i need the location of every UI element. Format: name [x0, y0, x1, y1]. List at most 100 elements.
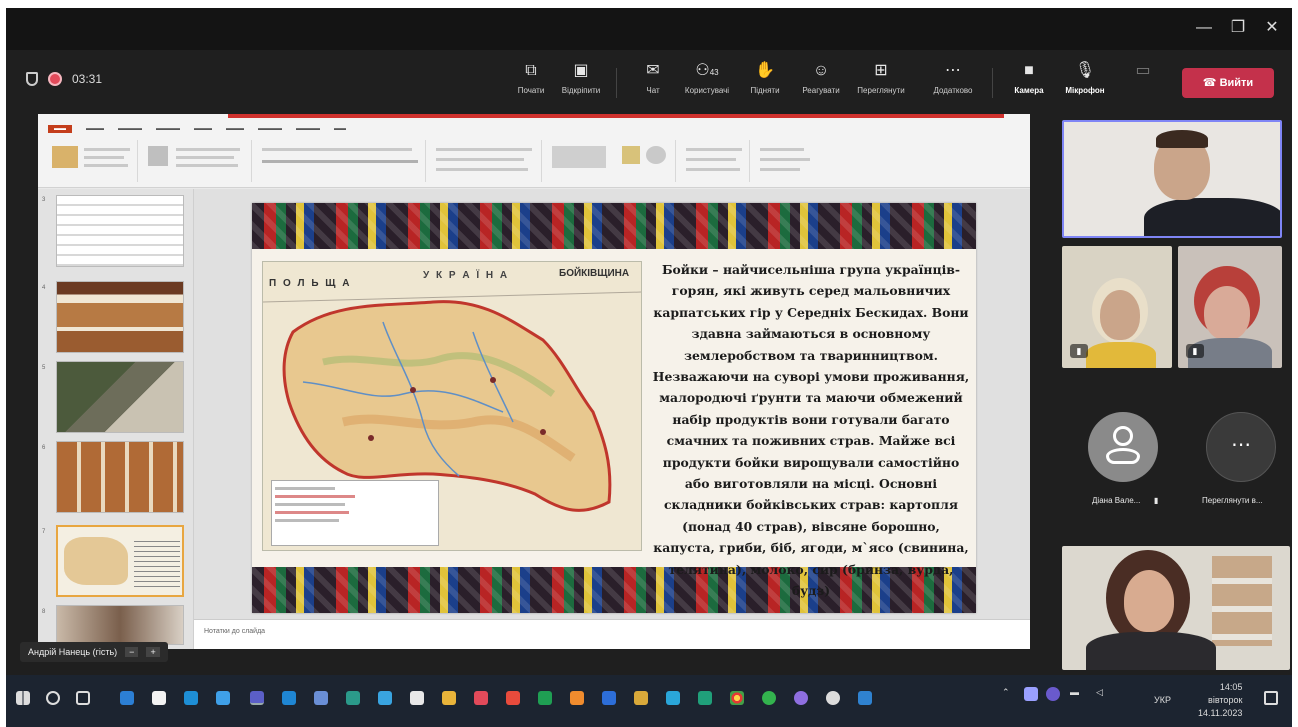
- volume-icon[interactable]: ◁: [1096, 687, 1103, 698]
- taskbar-app-icon[interactable]: [410, 691, 424, 705]
- ribbon-group-slides: [142, 140, 252, 182]
- taskbar-app-icon[interactable]: [216, 691, 230, 705]
- chrome-icon[interactable]: [730, 691, 744, 705]
- shared-screen: ▬▬ ▬▬▬ ▬▬▬▬ ▬▬▬▬ ▬▬▬ ▬▬▬ ▬▬▬▬ ▬▬▬▬ ▬▬ 3 …: [38, 114, 1030, 668]
- taskbar-app-icon[interactable]: [314, 691, 328, 705]
- taskbar-app-icon[interactable]: [666, 691, 680, 705]
- tray-chevron-icon[interactable]: ⌃: [1002, 687, 1010, 698]
- chat-button[interactable]: ✉ Чат: [624, 62, 682, 95]
- whatsapp-icon[interactable]: [762, 691, 776, 705]
- powerpoint-ribbon: ▬▬ ▬▬▬ ▬▬▬▬ ▬▬▬▬ ▬▬▬ ▬▬▬ ▬▬▬▬ ▬▬▬▬ ▬▬: [38, 114, 1030, 188]
- map-label-ukraine: У К Р А Ї Н А: [423, 270, 510, 281]
- slide-thumbnail-selected[interactable]: [56, 525, 184, 597]
- view-more-label[interactable]: Переглянути в...: [1202, 496, 1263, 505]
- rooms-button[interactable]: ⊞ Переглянути: [852, 62, 910, 95]
- notes-pane[interactable]: Нотатки до слайда: [194, 619, 1030, 649]
- tray-app-icon[interactable]: [1024, 687, 1038, 701]
- recording-icon: [48, 72, 62, 86]
- thumbnail-number: 8: [42, 609, 46, 615]
- slide-thumbnail[interactable]: [56, 441, 184, 513]
- taskbar-app-icon[interactable]: [570, 691, 584, 705]
- viber-icon[interactable]: [794, 691, 808, 705]
- clock[interactable]: 14:05 вівторок 14.11.2023: [1198, 681, 1242, 720]
- participant-face: [1124, 570, 1174, 632]
- taskbar-app-icon[interactable]: [858, 691, 872, 705]
- participant-name: Дiана Вале...: [1092, 496, 1141, 505]
- taskbar-app-icon[interactable]: [378, 691, 392, 705]
- network-icon[interactable]: ▬: [1070, 687, 1079, 697]
- taskbar-app-icon[interactable]: [538, 691, 552, 705]
- windows-taskbar: ⌃ ▬ ◁ УКР 14:05 вівторок 14.11.2023: [6, 675, 1292, 727]
- ribbon-group-paragraph: [430, 140, 542, 182]
- search-icon[interactable]: [46, 691, 60, 705]
- meeting-timer: 03:31: [72, 72, 103, 86]
- close-button[interactable]: ✕: [1260, 18, 1284, 38]
- meeting-toolbar: 03:31 ⧉ Почати ▣ Відкріпити ✉ Чат ⚇43 Ко…: [6, 50, 1292, 114]
- emoji-icon: ☺: [812, 62, 830, 79]
- mic-button[interactable]: 🎙 Мікрофон: [1056, 62, 1114, 95]
- minimize-button[interactable]: —: [1192, 18, 1216, 38]
- taskbar-app-icon[interactable]: [602, 691, 616, 705]
- detach-button[interactable]: ▣ Відкріпити: [552, 62, 610, 95]
- ribbon-accent-line: [228, 114, 1004, 118]
- chat-icon: ✉: [646, 62, 660, 79]
- ribbon-group-editing: [754, 140, 824, 182]
- people-button[interactable]: ⚇43 Користувачі: [678, 62, 736, 95]
- slide-thumbnail[interactable]: [56, 605, 184, 645]
- taskbar-app-icon[interactable]: [152, 691, 166, 705]
- zoom-out-icon[interactable]: −: [125, 647, 139, 657]
- taskbar-app-icon[interactable]: [474, 691, 488, 705]
- taskbar-app-icon[interactable]: [698, 691, 712, 705]
- raise-hand-button[interactable]: ✋ Підняти: [736, 62, 794, 95]
- more-participants-button[interactable]: ⋯: [1206, 412, 1276, 482]
- toolbar-divider: [616, 68, 617, 98]
- taskbar-app-icon[interactable]: [120, 691, 134, 705]
- taskbar-app-icon[interactable]: [184, 691, 198, 705]
- participant-avatar[interactable]: [1088, 412, 1158, 482]
- participant-video[interactable]: [1062, 546, 1290, 670]
- screen: — ❐ ✕ 03:31 ⧉ Почати ▣ Відкріпити ✉ Чат …: [6, 8, 1292, 727]
- participant-video[interactable]: ▮: [1178, 246, 1282, 368]
- taskbar-app-icon[interactable]: [442, 691, 456, 705]
- language-indicator[interactable]: УКР: [1154, 695, 1171, 705]
- mic-icon: ▮: [1070, 344, 1088, 358]
- camera-icon: ■: [1024, 62, 1034, 79]
- taskbar-app-icon[interactable]: [506, 691, 520, 705]
- camera-button[interactable]: ■ Камера: [1000, 62, 1058, 95]
- ribbon-group-font: [256, 140, 426, 182]
- slide-thumbnail[interactable]: [56, 361, 184, 433]
- notifications-icon[interactable]: [1264, 691, 1278, 705]
- participant-video[interactable]: ▮: [1062, 246, 1172, 368]
- react-button[interactable]: ☺ Реагувати: [792, 62, 850, 95]
- participant-video-active[interactable]: [1062, 120, 1282, 238]
- taskbar-app-icon[interactable]: [282, 691, 296, 705]
- ribbon-tabs: ▬▬ ▬▬▬ ▬▬▬▬ ▬▬▬▬ ▬▬▬ ▬▬▬ ▬▬▬▬ ▬▬▬▬ ▬▬: [48, 125, 360, 133]
- taskbar-app-icon[interactable]: [634, 691, 648, 705]
- taskbar-app-icon[interactable]: [826, 691, 840, 705]
- restore-button[interactable]: ❐: [1226, 18, 1250, 38]
- task-view-icon[interactable]: [76, 691, 90, 705]
- map-legend: [271, 480, 439, 546]
- more-button[interactable]: ⋯ Додатково: [924, 62, 982, 95]
- taskbar-app-icon[interactable]: [346, 691, 360, 705]
- thumbnail-number: 4: [42, 285, 46, 291]
- slide-thumbnail[interactable]: [56, 195, 184, 267]
- tray-app-icon[interactable]: [1046, 687, 1060, 701]
- thumbnail-number: 5: [42, 365, 46, 371]
- participant-avatar-row: ⋯ Дiана Вале... ▮ Переглянути в...: [1062, 412, 1290, 512]
- start-icon[interactable]: [16, 691, 30, 705]
- leave-button[interactable]: ☎ Вийти: [1182, 68, 1274, 98]
- mic-icon: ▮: [1186, 344, 1204, 358]
- slide-thumbnails-pane: 3 4 5 6 7 8: [38, 189, 194, 649]
- share-tray-button[interactable]: ▭: [1114, 62, 1172, 86]
- zoom-in-icon[interactable]: +: [146, 647, 160, 657]
- powerpoint-status-bar: [38, 649, 1030, 668]
- map-label-poland: П О Л Ь Щ А: [269, 278, 352, 289]
- sharer-name-label: Андрій Нанець (гість) − +: [20, 642, 168, 662]
- window-icon: ▣: [573, 62, 589, 79]
- thumbnail-number: 6: [42, 445, 46, 451]
- more-icon: ⋯: [945, 62, 961, 79]
- people-icon: ⚇43: [695, 62, 719, 79]
- teams-icon[interactable]: [250, 691, 264, 705]
- slide-thumbnail[interactable]: [56, 281, 184, 353]
